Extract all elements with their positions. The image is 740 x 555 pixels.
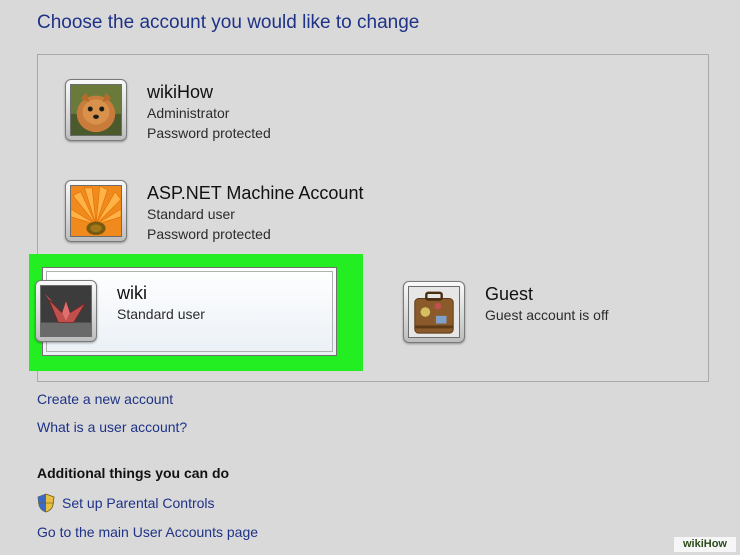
account-name: wikiHow	[147, 82, 214, 102]
additional-heading: Additional things you can do	[37, 465, 230, 481]
account-name: ASP.NET Machine Account	[147, 183, 364, 203]
account-wikihow[interactable]: wikiHow Administrator Password protected	[65, 79, 271, 143]
what-is-user-account-link[interactable]: What is a user account?	[37, 419, 187, 435]
page-title: Choose the account you would like to cha…	[37, 12, 420, 33]
shield-icon	[37, 493, 55, 513]
account-picture-frame	[65, 79, 127, 141]
account-name: Guest	[485, 284, 534, 304]
flower-picture	[70, 185, 122, 237]
paper-crane-picture	[40, 285, 92, 337]
wikihow-watermark: wikiHow	[674, 537, 736, 552]
account-type: Standard user	[147, 206, 235, 222]
account-status: Password protected	[147, 226, 271, 242]
account-type: Administrator	[147, 105, 230, 121]
create-account-link[interactable]: Create a new account	[37, 391, 173, 407]
account-guest[interactable]: Guest Guest account is off	[403, 281, 608, 343]
account-picture-frame	[65, 180, 127, 242]
parental-controls-link[interactable]: Set up Parental Controls	[37, 493, 215, 513]
account-status: Guest account is off	[485, 307, 609, 323]
account-aspnet-machine[interactable]: ASP.NET Machine Account Standard user Pa…	[65, 180, 363, 244]
main-user-accounts-link[interactable]: Go to the main User Accounts page	[37, 524, 258, 540]
account-status: Password protected	[147, 125, 271, 141]
account-name: wiki	[117, 283, 147, 303]
parental-controls-label: Set up Parental Controls	[62, 495, 215, 511]
account-picture-frame	[35, 280, 97, 342]
account-type: Standard user	[117, 306, 205, 322]
dog-picture	[70, 84, 122, 136]
account-picture-frame	[403, 281, 465, 343]
suitcase-picture	[408, 286, 460, 338]
account-wiki[interactable]: wiki Standard user	[35, 280, 205, 342]
